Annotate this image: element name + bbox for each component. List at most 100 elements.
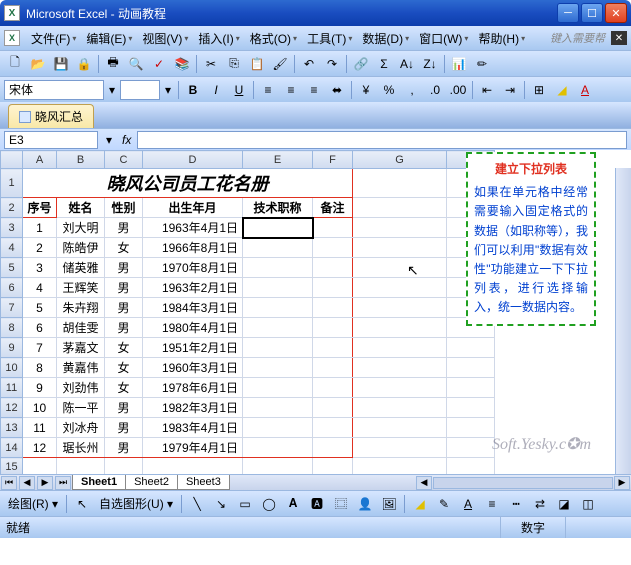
cell[interactable]: 9 bbox=[23, 378, 57, 398]
autoshapes-menu[interactable]: 自选图形(U) ▾ bbox=[95, 495, 177, 512]
cell[interactable]: 茅嘉文 bbox=[57, 338, 105, 358]
cell[interactable] bbox=[313, 318, 353, 338]
cell[interactable] bbox=[313, 358, 353, 378]
picture-icon[interactable]: 🖼 bbox=[378, 493, 400, 515]
cell[interactable] bbox=[447, 398, 495, 418]
redo-icon[interactable]: ↷ bbox=[321, 53, 343, 75]
cell[interactable]: 6 bbox=[23, 318, 57, 338]
cell[interactable] bbox=[313, 258, 353, 278]
open-icon[interactable]: 📂 bbox=[27, 53, 49, 75]
line-color-icon[interactable]: ✎ bbox=[433, 493, 455, 515]
select-icon[interactable]: ↖ bbox=[71, 493, 93, 515]
cell[interactable] bbox=[243, 218, 313, 238]
help-search[interactable]: 键入需要帮 bbox=[550, 30, 605, 46]
cell[interactable] bbox=[313, 438, 353, 458]
arrow-icon[interactable]: ↘ bbox=[210, 493, 232, 515]
draw-menu[interactable]: 绘图(R) ▾ bbox=[4, 495, 62, 512]
col-header[interactable]: E bbox=[243, 151, 313, 169]
sheet-nav-next[interactable]: ▶ bbox=[37, 476, 53, 490]
col-header[interactable]: D bbox=[143, 151, 243, 169]
currency-icon[interactable]: ¥ bbox=[355, 79, 377, 101]
cell[interactable]: 琚长州 bbox=[57, 438, 105, 458]
col-header[interactable]: A bbox=[23, 151, 57, 169]
col-header[interactable]: G bbox=[353, 151, 447, 169]
menu-help[interactable]: 帮助(H)▾ bbox=[474, 28, 529, 49]
cell[interactable]: 出生年月 bbox=[143, 198, 243, 218]
name-box[interactable]: E3 bbox=[4, 131, 98, 149]
italic-icon[interactable]: I bbox=[205, 79, 227, 101]
cell[interactable] bbox=[353, 318, 447, 338]
cell[interactable] bbox=[353, 238, 447, 258]
cell[interactable]: 1979年4月1日 bbox=[143, 438, 243, 458]
row-header[interactable]: 15 bbox=[1, 458, 23, 475]
cell[interactable] bbox=[243, 258, 313, 278]
menu-data[interactable]: 数据(D)▾ bbox=[358, 28, 413, 49]
fill-color-icon[interactable]: ◢ bbox=[551, 79, 573, 101]
undo-icon[interactable]: ↶ bbox=[298, 53, 320, 75]
row-header[interactable]: 12 bbox=[1, 398, 23, 418]
diagram-icon[interactable]: ⿴ bbox=[330, 493, 352, 515]
font-size-select[interactable] bbox=[120, 80, 160, 100]
cell[interactable]: 女 bbox=[105, 238, 143, 258]
menu-view[interactable]: 视图(V)▾ bbox=[138, 28, 192, 49]
cell[interactable]: 7 bbox=[23, 338, 57, 358]
cell[interactable]: 储英雅 bbox=[57, 258, 105, 278]
wordart-icon[interactable]: 🅰 bbox=[306, 493, 328, 515]
line-style-icon[interactable]: ≡ bbox=[481, 493, 503, 515]
menu-insert[interactable]: 插入(I)▾ bbox=[194, 28, 243, 49]
cell[interactable]: 1966年8月1日 bbox=[143, 238, 243, 258]
cell[interactable]: 8 bbox=[23, 358, 57, 378]
formula-input[interactable] bbox=[137, 131, 627, 149]
cell[interactable]: 1978年6月1日 bbox=[143, 378, 243, 398]
cell[interactable] bbox=[353, 398, 447, 418]
cell[interactable]: 王辉笑 bbox=[57, 278, 105, 298]
cell[interactable] bbox=[353, 358, 447, 378]
custom-tab[interactable]: 晓风汇总 bbox=[8, 104, 94, 128]
menu-window[interactable]: 窗口(W)▾ bbox=[415, 28, 472, 49]
clipart-icon[interactable]: 👤 bbox=[354, 493, 376, 515]
row-header[interactable]: 9 bbox=[1, 338, 23, 358]
row-header[interactable]: 11 bbox=[1, 378, 23, 398]
cell[interactable] bbox=[313, 238, 353, 258]
spreadsheet-grid[interactable]: A B C D E F G H 1 晓风公司员工花名册 2 序号 姓名 性别 出… bbox=[0, 150, 495, 474]
row-header[interactable]: 1 bbox=[1, 169, 23, 198]
vertical-scrollbar[interactable] bbox=[615, 168, 631, 474]
cell[interactable]: 1980年4月1日 bbox=[143, 318, 243, 338]
indent-inc-icon[interactable]: ⇥ bbox=[499, 79, 521, 101]
hyperlink-icon[interactable]: 🔗 bbox=[350, 53, 372, 75]
cell[interactable] bbox=[353, 278, 447, 298]
cell[interactable]: 1983年4月1日 bbox=[143, 418, 243, 438]
align-center-icon[interactable]: ≡ bbox=[280, 79, 302, 101]
cell[interactable] bbox=[353, 438, 447, 458]
cell[interactable]: 刘劲伟 bbox=[57, 378, 105, 398]
preview-icon[interactable]: 🔍 bbox=[125, 53, 147, 75]
cell[interactable]: 黄嘉伟 bbox=[57, 358, 105, 378]
cell[interactable]: 1951年2月1日 bbox=[143, 338, 243, 358]
cell[interactable]: 1960年3月1日 bbox=[143, 358, 243, 378]
inc-decimal-icon[interactable]: .0 bbox=[424, 79, 446, 101]
cell[interactable]: 朱卉翔 bbox=[57, 298, 105, 318]
align-left-icon[interactable]: ≡ bbox=[257, 79, 279, 101]
col-header[interactable]: F bbox=[313, 151, 353, 169]
autosum-icon[interactable]: Σ bbox=[373, 53, 395, 75]
cell[interactable]: 姓名 bbox=[57, 198, 105, 218]
cell[interactable]: 1982年3月1日 bbox=[143, 398, 243, 418]
permission-icon[interactable]: 🔒 bbox=[73, 53, 95, 75]
sort-asc-icon[interactable]: A↓ bbox=[396, 53, 418, 75]
cell[interactable]: 刘大明 bbox=[57, 218, 105, 238]
cell[interactable]: 1970年8月1日 bbox=[143, 258, 243, 278]
sheet-nav-first[interactable]: ⏮ bbox=[1, 476, 17, 490]
dropdown-icon[interactable]: ▾ bbox=[102, 129, 116, 151]
cell[interactable] bbox=[313, 378, 353, 398]
print-icon[interactable]: 🖶 bbox=[102, 53, 124, 75]
drawing-icon[interactable]: ✏ bbox=[471, 53, 493, 75]
cell[interactable]: 2 bbox=[23, 238, 57, 258]
merge-icon[interactable]: ⬌ bbox=[326, 79, 348, 101]
underline-icon[interactable]: U bbox=[228, 79, 250, 101]
cell[interactable] bbox=[447, 358, 495, 378]
cell[interactable]: 男 bbox=[105, 218, 143, 238]
sheet-tab[interactable]: Sheet2 bbox=[125, 475, 178, 490]
cell[interactable] bbox=[243, 358, 313, 378]
cell[interactable] bbox=[353, 218, 447, 238]
sheet-nav-last[interactable]: ⏭ bbox=[55, 476, 71, 490]
